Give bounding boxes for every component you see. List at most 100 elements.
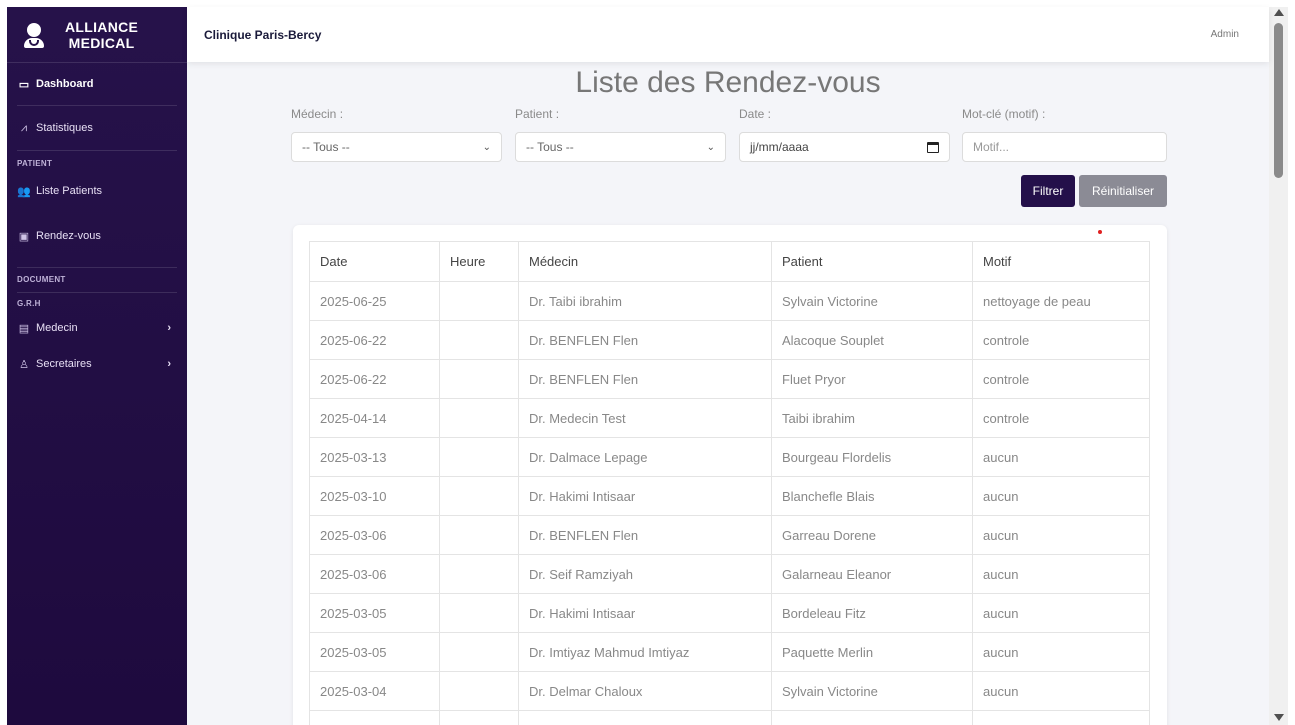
motif-input-placeholder: Motif... — [973, 140, 1010, 154]
cell-motif: aucun — [972, 554, 1150, 594]
table-row[interactable] — [309, 710, 1150, 725]
patient-select-value: -- Tous -- — [526, 140, 574, 154]
table-row[interactable]: 2025-03-13 Dr. Dalmace Lepage Bourgeau Flo… — [309, 437, 1150, 477]
cell-heure — [439, 710, 519, 725]
cell-date: 2025-03-13 — [309, 437, 440, 477]
cell-motif: nettoyage de peau — [972, 281, 1150, 321]
column-header-heure[interactable]: Heure — [439, 241, 519, 282]
section-heading-patient: PATIENT — [17, 159, 53, 168]
patient-select[interactable]: -- Tous -- ⌄ — [515, 132, 726, 162]
motif-input[interactable]: Motif... — [962, 132, 1167, 162]
appointments-table: Date Heure Médecin Patient Motif 2025-06-25 D… — [309, 241, 1150, 725]
cell-heure — [439, 671, 519, 711]
clinic-name: Clinique Paris-Bercy — [204, 27, 322, 42]
sidebar-item-label: Rendez-vous — [36, 230, 101, 242]
cell-motif: aucun — [972, 476, 1150, 516]
scroll-down-arrow-icon[interactable] — [1274, 714, 1284, 721]
scroll-up-arrow-icon[interactable] — [1274, 9, 1284, 16]
filter-button[interactable]: Filtrer — [1021, 175, 1075, 207]
brand-line2: MEDICAL — [68, 34, 135, 51]
topbar: Clinique Paris-Bercy Admin — [187, 7, 1269, 62]
cell-patient: Alacoque Souplet — [771, 320, 973, 360]
table-row[interactable]: 2025-03-06 Dr. Seif Ramziyah Galarneau Ele… — [309, 554, 1150, 594]
cell-patient: Garreau Dorene — [771, 515, 973, 555]
cell-heure — [439, 593, 519, 633]
cell-medecin: Dr. Hakimi Intisaar — [518, 476, 772, 516]
table-row[interactable]: 2025-03-10 Dr. Hakimi Intisaar Blanchefle … — [309, 476, 1150, 516]
medecin-select-value: -- Tous -- — [302, 140, 350, 154]
cell-date: 2025-03-10 — [309, 476, 440, 516]
red-dot-indicator — [1098, 230, 1102, 234]
patient-filter-label: Patient : — [515, 107, 560, 121]
sidebar-item-liste-patients[interactable]: 👥 Liste Patients — [7, 177, 187, 205]
table-row[interactable]: 2025-06-25 Dr. Taibi ibrahim Sylvain Victo… — [309, 281, 1150, 321]
reset-button[interactable]: Réinitialiser — [1079, 175, 1167, 207]
cell-heure — [439, 632, 519, 672]
cell-date: 2025-03-05 — [309, 593, 440, 633]
doctor-icon — [23, 21, 45, 49]
cell-patient: Bordeleau Fitz — [771, 593, 973, 633]
cell-patient: Galarneau Eleanor — [771, 554, 973, 594]
appointments-card: Date Heure Médecin Patient Motif 2025-06-25 D… — [293, 225, 1167, 725]
cell-date: 2025-06-22 — [309, 320, 440, 360]
cell-date: 2025-03-05 — [309, 632, 440, 672]
main-content: Liste des Rendez-vous Médecin : -- Tous … — [187, 62, 1269, 725]
table-row[interactable]: 2025-04-14 Dr. Medecin Test Taibi ibrahim c… — [309, 398, 1150, 438]
cell-motif: aucun — [972, 632, 1150, 672]
sidebar-item-secretaires[interactable]: ♙ Secretaires › — [7, 341, 187, 387]
cell-medecin: Dr. BENFLEN Flen — [518, 320, 772, 360]
cell-heure — [439, 554, 519, 594]
date-input[interactable]: jj/mm/aaaa — [739, 132, 950, 162]
motif-filter-label: Mot-clé (motif) : — [962, 107, 1046, 121]
sidebar-item-dashboard[interactable]: ▭ Dashboard — [7, 63, 187, 105]
table-row[interactable]: 2025-03-05 Dr. Hakimi Intisaar Bordeleau F… — [309, 593, 1150, 633]
scrollbar-thumb[interactable] — [1274, 23, 1283, 178]
calendar-icon[interactable] — [927, 141, 939, 153]
sidebar-item-label: Statistiques — [36, 122, 93, 134]
medecin-select[interactable]: -- Tous -- ⌄ — [291, 132, 502, 162]
sidebar-item-statistiques[interactable]: ⩘ Statistiques — [7, 106, 187, 150]
calendar-check-icon: ▣ — [18, 230, 30, 243]
table-row[interactable]: 2025-06-22 Dr. BENFLEN Flen Alacoque Soupl… — [309, 320, 1150, 360]
chart-line-icon: ⩘ — [20, 121, 28, 134]
cell-medecin: Dr. Medecin Test — [518, 398, 772, 438]
column-header-date[interactable]: Date — [309, 241, 440, 282]
table-row[interactable]: 2025-03-06 Dr. BENFLEN Flen Garreau Dorene… — [309, 515, 1150, 555]
sidebar: ALLIANCE MEDICAL ▭ Dashboard ⩘ Statistiq… — [7, 7, 187, 725]
brand-logo[interactable]: ALLIANCE MEDICAL — [7, 7, 187, 63]
cell-patient: Sylvain Victorine — [771, 281, 973, 321]
sidebar-item-medecin[interactable]: ▤ Medecin › — [7, 315, 187, 341]
column-header-patient[interactable]: Patient — [771, 241, 973, 282]
cell-medecin: Dr. Imtiyaz Mahmud Imtiyaz — [518, 632, 772, 672]
cell-motif: aucun — [972, 515, 1150, 555]
cell-heure — [439, 398, 519, 438]
cell-patient: Fluet Pryor — [771, 359, 973, 399]
chevron-right-icon: › — [167, 358, 171, 370]
chevron-right-icon: › — [167, 322, 171, 334]
page-scrollbar[interactable] — [1269, 7, 1288, 725]
cell-heure — [439, 281, 519, 321]
cell-date — [309, 710, 440, 725]
sidebar-item-label: Secretaires — [36, 358, 92, 370]
sidebar-item-rendez-vous[interactable]: ▣ Rendez-vous — [7, 205, 187, 267]
cell-medecin: Dr. Seif Ramziyah — [518, 554, 772, 594]
cell-medecin: Dr. Taibi ibrahim — [518, 281, 772, 321]
user-menu[interactable]: Admin — [1211, 29, 1239, 40]
table-row[interactable]: 2025-03-05 Dr. Imtiyaz Mahmud Imtiyaz Paqu… — [309, 632, 1150, 672]
sidebar-item-label: Liste Patients — [36, 185, 103, 197]
cell-date: 2025-04-14 — [309, 398, 440, 438]
chevron-down-icon: ⌄ — [706, 141, 715, 153]
cell-motif: aucun — [972, 671, 1150, 711]
table-row[interactable]: 2025-03-04 Dr. Delmar Chaloux Sylvain Vict… — [309, 671, 1150, 711]
column-header-medecin[interactable]: Médecin — [518, 241, 772, 282]
table-row[interactable]: 2025-06-22 Dr. BENFLEN Flen Fluet Pryor con… — [309, 359, 1150, 399]
cell-motif — [972, 710, 1150, 725]
cell-medecin: Dr. Hakimi Intisaar — [518, 593, 772, 633]
cell-medecin: Dr. Dalmace Lepage — [518, 437, 772, 477]
cell-medecin: Dr. BENFLEN Flen — [518, 515, 772, 555]
monitor-icon: ▭ — [18, 78, 30, 91]
cell-motif: controle — [972, 398, 1150, 438]
column-header-motif[interactable]: Motif — [972, 241, 1150, 282]
cell-heure — [439, 359, 519, 399]
cell-patient: Paquette Merlin — [771, 632, 973, 672]
